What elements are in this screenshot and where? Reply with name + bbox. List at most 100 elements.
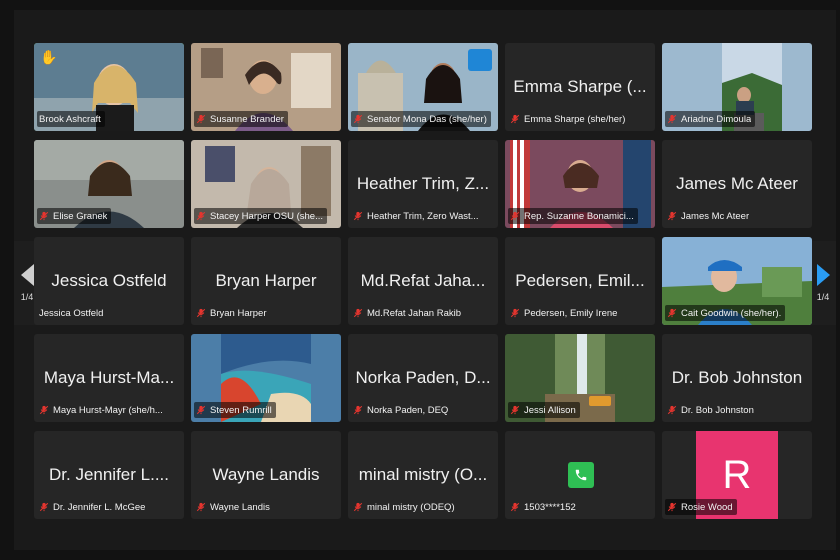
participant-display-name: James Mc Ateer (676, 174, 798, 193)
mic-muted-icon (510, 405, 520, 415)
participant-display-name: Norka Paden, D... (355, 368, 491, 387)
mic-muted-icon (353, 211, 363, 221)
participant-tile[interactable]: Maya Hurst-Ma... Maya Hurst-Mayr (she/h..… (34, 334, 184, 422)
participant-tile[interactable]: Pedersen, Emil... Pedersen, Emily Irene (505, 237, 655, 325)
participant-name-text: Heather Trim, Zero Wast... (367, 210, 479, 222)
mic-muted-icon (353, 405, 363, 415)
participant-name-text: Rosie Wood (681, 501, 733, 513)
participant-tile[interactable]: Senator Mona Das (she/her) (348, 43, 498, 131)
participant-tile[interactable]: Jessi Allison (505, 334, 655, 422)
participant-tile[interactable]: Jessica Ostfeld Jessica Ostfeld (34, 237, 184, 325)
participant-display-name: minal mistry (O... (358, 465, 488, 484)
participant-name-label: Norka Paden, DEQ (351, 402, 452, 418)
participant-name-text: minal mistry (ODEQ) (367, 501, 455, 513)
participant-name-label: Rep. Suzanne Bonamici... (508, 208, 638, 224)
mic-muted-icon (667, 308, 677, 318)
participant-name-text: Brook Ashcraft (39, 113, 101, 125)
participant-name-label: Senator Mona Das (she/her) (351, 111, 491, 127)
participant-tile[interactable]: minal mistry (O... minal mistry (ODEQ) (348, 431, 498, 519)
participant-name-text: Senator Mona Das (she/her) (367, 113, 487, 125)
participant-tile[interactable]: Steven Rumrill (191, 334, 341, 422)
mic-muted-icon (353, 308, 363, 318)
participant-name-label: Dr. Bob Johnston (665, 402, 758, 418)
participant-tile[interactable]: Heather Trim, Z... Heather Trim, Zero Was… (348, 140, 498, 228)
arrow-right-icon (816, 264, 830, 286)
participant-tile[interactable]: 1503****152 (505, 431, 655, 519)
participant-name-label: Susanne Brander (194, 111, 288, 127)
participant-name-text: Jessi Allison (524, 404, 576, 416)
participant-name-label: Jessica Ostfeld (37, 305, 107, 321)
participant-tile[interactable]: Norka Paden, D... Norka Paden, DEQ (348, 334, 498, 422)
participant-tile[interactable]: Bryan Harper Bryan Harper (191, 237, 341, 325)
participant-display-name: Maya Hurst-Ma... (43, 368, 175, 387)
participant-tile[interactable]: Cait Goodwin (she/her). (662, 237, 812, 325)
participant-name-text: Dr. Bob Johnston (681, 404, 754, 416)
participant-tile[interactable]: Wayne Landis Wayne Landis (191, 431, 341, 519)
phone-icon (568, 462, 594, 488)
participant-name-text: Maya Hurst-Mayr (she/h... (53, 404, 163, 416)
participant-name-label: Dr. Jennifer L. McGee (37, 499, 149, 515)
participant-tile[interactable]: Susanne Brander (191, 43, 341, 131)
participant-name-label: Ariadne Dimoula (665, 111, 756, 127)
participant-name-label: Heather Trim, Zero Wast... (351, 208, 483, 224)
participant-tile[interactable]: ✋ Brook Ashcraft (34, 43, 184, 131)
mic-muted-icon (39, 502, 49, 512)
participant-name-text: Pedersen, Emily Irene (524, 307, 618, 319)
participant-name-label: Jessi Allison (508, 402, 580, 418)
zoom-gallery-window: 1/4 1/4 ✋ Brook Ashcraft Susanne Brander Se… (0, 0, 840, 560)
participant-display-name: Emma Sharpe (... (513, 77, 647, 96)
mic-muted-icon (196, 405, 206, 415)
participant-tile[interactable]: Rep. Suzanne Bonamici... (505, 140, 655, 228)
participant-name-text: 1503****152 (524, 501, 576, 513)
participant-display-name: Md.Refat Jaha... (360, 271, 486, 290)
participant-tile[interactable]: Ariadne Dimoula (662, 43, 812, 131)
arrow-left-icon (20, 264, 34, 286)
participant-tile[interactable]: Dr. Jennifer L.... Dr. Jennifer L. McGee (34, 431, 184, 519)
participant-name-label: Emma Sharpe (she/her) (508, 111, 629, 127)
participant-name-text: Bryan Harper (210, 307, 267, 319)
mic-muted-icon (667, 502, 677, 512)
participant-name-text: Susanne Brander (210, 113, 284, 125)
page-indicator-left: 1/4 (20, 292, 34, 302)
participant-tile[interactable]: Emma Sharpe (... Emma Sharpe (she/her) (505, 43, 655, 131)
participant-display-name: Jessica Ostfeld (51, 271, 167, 290)
participant-name-text: Md.Refat Jahan Rakib (367, 307, 461, 319)
participant-tile[interactable]: James Mc Ateer James Mc Ateer (662, 140, 812, 228)
participant-name-label: minal mistry (ODEQ) (351, 499, 459, 515)
mic-muted-icon (196, 502, 206, 512)
mic-muted-icon (510, 502, 520, 512)
participant-name-label: Maya Hurst-Mayr (she/h... (37, 402, 167, 418)
participant-name-label: Stacey Harper OSU (she... (194, 208, 327, 224)
mic-muted-icon (39, 211, 49, 221)
participant-display-name: Bryan Harper (215, 271, 317, 290)
participant-name-text: James Mc Ateer (681, 210, 750, 222)
mic-muted-icon (510, 308, 520, 318)
participant-name-label: Md.Refat Jahan Rakib (351, 305, 465, 321)
participant-name-text: Steven Rumrill (210, 404, 272, 416)
mic-muted-icon (196, 114, 206, 124)
participant-name-label: Wayne Landis (194, 499, 274, 515)
participant-tile[interactable]: Md.Refat Jaha... Md.Refat Jahan Rakib (348, 237, 498, 325)
participant-name-text: Norka Paden, DEQ (367, 404, 449, 416)
participant-name-label: Steven Rumrill (194, 402, 276, 418)
participant-tile[interactable]: Stacey Harper OSU (she... (191, 140, 341, 228)
participant-name-label: Cait Goodwin (she/her). (665, 305, 786, 321)
mic-muted-icon (510, 211, 520, 221)
participant-tile[interactable]: Elise Granek (34, 140, 184, 228)
participant-name-label: Elise Granek (37, 208, 112, 224)
mic-muted-icon (667, 114, 677, 124)
participant-display-name: Dr. Jennifer L.... (49, 465, 169, 484)
participant-name-label: Brook Ashcraft (37, 111, 105, 127)
next-page-button[interactable]: 1/4 (810, 241, 836, 325)
participant-display-name: Heather Trim, Z... (356, 174, 490, 193)
participant-name-text: Jessica Ostfeld (39, 307, 104, 319)
mic-muted-icon (353, 114, 363, 124)
mic-muted-icon (510, 114, 520, 124)
participant-tile[interactable]: Dr. Bob Johnston Dr. Bob Johnston (662, 334, 812, 422)
mic-muted-icon (196, 308, 206, 318)
participant-name-label: Pedersen, Emily Irene (508, 305, 621, 321)
participant-name-text: Rep. Suzanne Bonamici... (524, 210, 634, 222)
participant-name-label: James Mc Ateer (665, 208, 753, 224)
participant-tile[interactable]: R Rosie Wood (662, 431, 812, 519)
participant-grid: ✋ Brook Ashcraft Susanne Brander Senator Mo… (34, 43, 812, 521)
